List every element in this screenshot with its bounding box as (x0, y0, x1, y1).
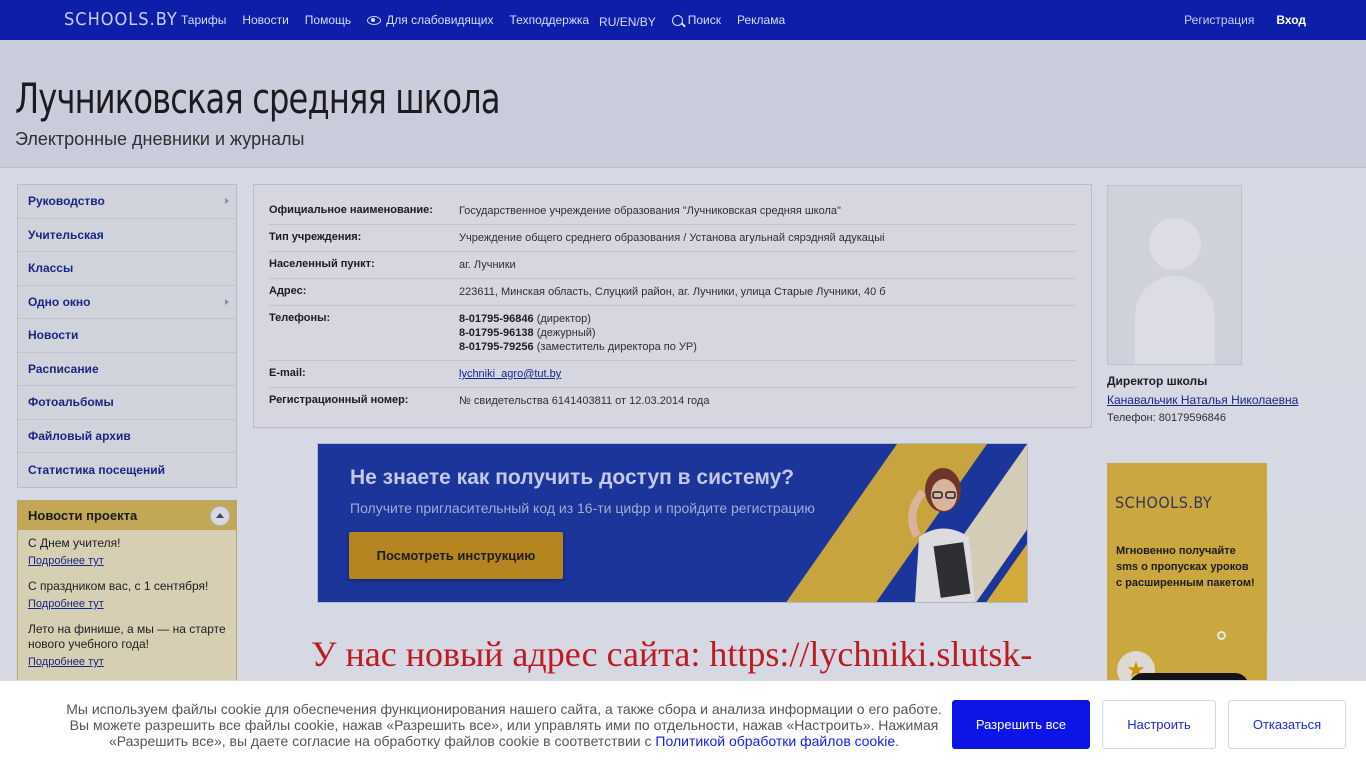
allow-all-button[interactable]: Разрешить все (952, 700, 1090, 749)
nav-help[interactable]: Помощь (305, 13, 351, 27)
nav-accessibility-label: Для слабовидящих (386, 13, 494, 27)
site-logo[interactable]: SCHOOLS.BY (64, 9, 178, 30)
language-switcher[interactable]: RU/EN/BY (599, 15, 656, 29)
modal-dim-overlay (0, 40, 1366, 680)
cookie-policy-link[interactable]: Политикой обработки файлов cookie (655, 733, 895, 749)
cookie-consent-banner: Мы используем файлы cookie для обеспечен… (0, 680, 1366, 768)
register-link[interactable]: Регистрация (1184, 13, 1254, 27)
nav-ads[interactable]: Реклама (737, 13, 785, 27)
eye-icon (367, 15, 382, 25)
cookie-text: Мы используем файлы cookie для обеспечен… (60, 701, 948, 749)
nav-search[interactable]: Поиск (671, 13, 721, 27)
top-nav: Тарифы Новости Помощь Для слабовидящих Т… (181, 0, 801, 40)
configure-button[interactable]: Настроить (1102, 700, 1216, 749)
nav-support[interactable]: Техподдержка (510, 13, 590, 27)
cookie-tail: . (895, 733, 900, 749)
auth-links: Регистрация Вход (1184, 0, 1306, 40)
nav-search-label: Поиск (687, 13, 721, 27)
nav-news[interactable]: Новости (242, 13, 288, 27)
decline-button[interactable]: Отказаться (1228, 700, 1346, 749)
nav-accessibility[interactable]: Для слабовидящих (367, 13, 494, 27)
search-icon (671, 14, 683, 26)
login-link[interactable]: Вход (1276, 13, 1306, 27)
top-navigation-bar: SCHOOLS.BY Тарифы Новости Помощь Для сла… (0, 0, 1366, 40)
nav-tariffs[interactable]: Тарифы (181, 13, 226, 27)
